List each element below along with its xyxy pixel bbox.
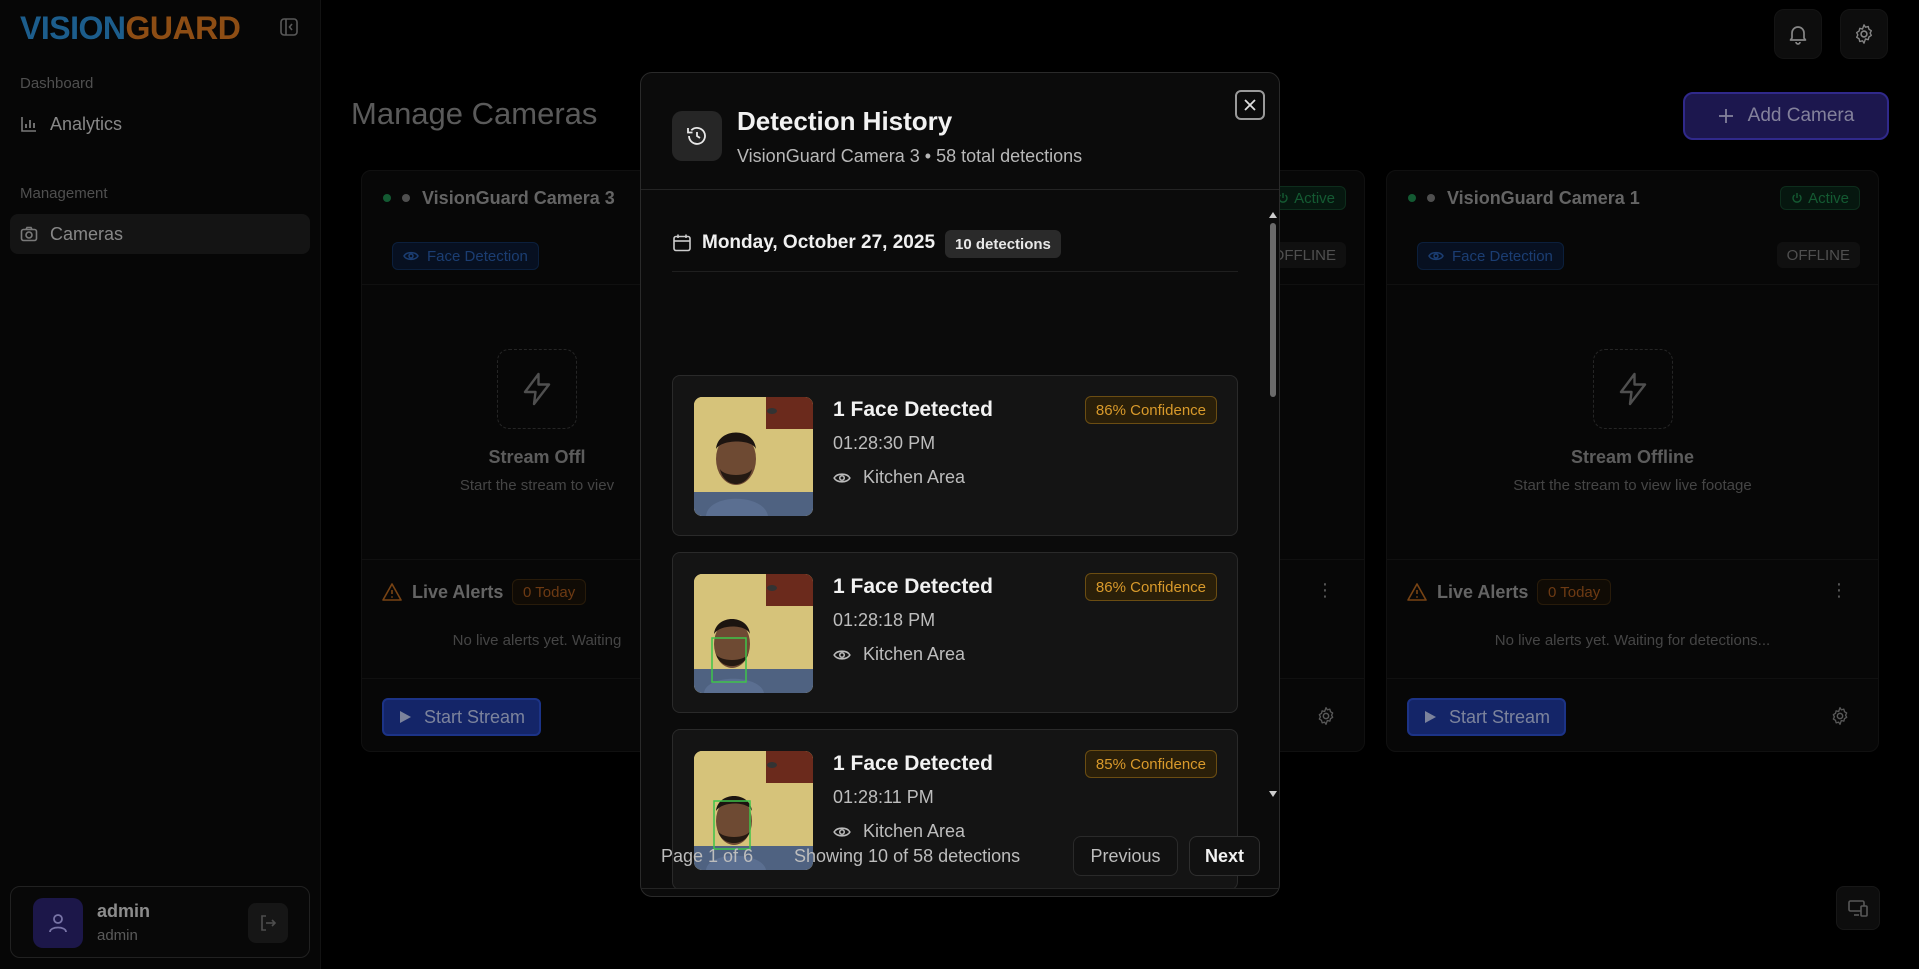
detection-history-modal: Detection History VisionGuard Camera 3 •… xyxy=(640,72,1280,897)
detection-location: Kitchen Area xyxy=(833,644,965,665)
date-label: Monday, October 27, 2025 xyxy=(702,232,936,253)
detection-time: 01:28:11 PM xyxy=(833,787,934,807)
detection-item[interactable]: 1 Face Detected 01:28:30 PM Kitchen Area… xyxy=(672,375,1238,536)
next-button[interactable]: Next xyxy=(1189,836,1260,876)
close-icon xyxy=(1244,99,1256,111)
detection-time: 01:28:18 PM xyxy=(833,610,936,630)
previous-button[interactable]: Previous xyxy=(1073,836,1178,876)
modal-title: Detection History xyxy=(737,106,953,136)
detection-title: 1 Face Detected xyxy=(833,752,993,775)
modal-header: Detection History VisionGuard Camera 3 •… xyxy=(641,73,1279,190)
close-button[interactable] xyxy=(1235,90,1265,120)
eye-icon xyxy=(833,649,851,660)
detection-title: 1 Face Detected xyxy=(833,398,993,421)
history-icon xyxy=(672,111,722,161)
app-root: VISIONGUARD Dashboard Analytics Manageme… xyxy=(0,0,1919,969)
confidence-badge: 86% Confidence xyxy=(1084,573,1217,601)
scrollbar-thumb[interactable] xyxy=(1270,223,1276,397)
detection-title: 1 Face Detected xyxy=(833,575,993,598)
detection-location-label: Kitchen Area xyxy=(863,644,966,664)
detection-thumbnail xyxy=(694,397,813,516)
calendar-icon xyxy=(673,234,691,252)
date-group-header: Monday, October 27, 2025 10 detections xyxy=(672,230,1238,272)
page-info: Page 1 of 6 xyxy=(661,846,754,866)
scrollbar[interactable] xyxy=(1267,211,1279,798)
eye-icon xyxy=(833,472,851,483)
modal-body[interactable]: Monday, October 27, 2025 10 detections 1… xyxy=(641,190,1279,889)
confidence-badge: 86% Confidence xyxy=(1084,396,1217,424)
detection-time: 01:28:30 PM xyxy=(833,433,936,453)
detection-location: Kitchen Area xyxy=(833,467,965,488)
detection-item[interactable]: 1 Face Detected 01:28:18 PM Kitchen Area… xyxy=(672,552,1238,713)
showing-count: Showing 10 of 58 detections xyxy=(794,846,1021,866)
modal-subtitle: VisionGuard Camera 3 • 58 total detectio… xyxy=(737,146,1083,166)
modal-footer: Page 1 of 6 Showing 10 of 58 detections … xyxy=(641,818,1279,896)
detection-location-label: Kitchen Area xyxy=(863,467,966,487)
confidence-badge: 85% Confidence xyxy=(1084,750,1217,778)
scroll-up-icon[interactable] xyxy=(1268,211,1278,219)
detections-count-badge: 10 detections xyxy=(945,230,1061,258)
detection-thumbnail xyxy=(694,574,813,693)
scroll-down-icon[interactable] xyxy=(1268,790,1278,798)
